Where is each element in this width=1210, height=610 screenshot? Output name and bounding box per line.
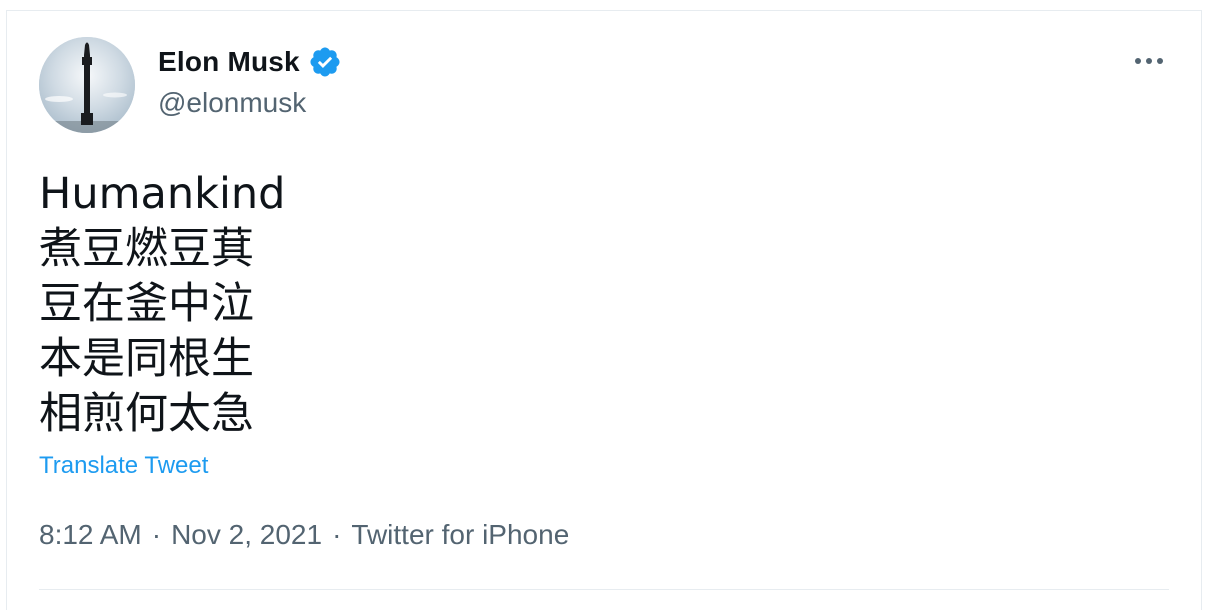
avatar[interactable] xyxy=(39,37,135,133)
tweet-line: 本是同根生 xyxy=(39,334,254,384)
separator-dot: · xyxy=(332,519,342,550)
author-row: Elon Musk xyxy=(158,45,342,79)
author-handle[interactable]: @elonmusk xyxy=(158,87,306,119)
more-dot xyxy=(1146,58,1152,64)
tweet-line: 豆在釜中泣 xyxy=(39,279,254,329)
more-dot xyxy=(1135,58,1141,64)
tweet-metadata: 8:12 AM · Nov 2, 2021 · Twitter for iPho… xyxy=(39,519,569,551)
author-name[interactable]: Elon Musk xyxy=(158,46,300,78)
tweet-line: 相煎何太急 xyxy=(39,389,254,439)
tweet-line: 煮豆燃豆萁 xyxy=(39,224,254,274)
more-options-icon[interactable] xyxy=(1129,49,1169,73)
divider xyxy=(39,589,1169,590)
separator-dot: · xyxy=(151,519,162,550)
tweet-line: Humankind xyxy=(39,169,286,219)
tweet-text: Humankind 煮豆燃豆萁 豆在釜中泣 本是同根生 相煎何太急 xyxy=(39,167,285,442)
tweet-card: Elon Musk @elonmusk Humankind 煮豆燃豆萁 豆在釜中… xyxy=(6,10,1202,610)
translate-tweet-link[interactable]: Translate Tweet xyxy=(39,452,208,480)
tweet-time[interactable]: 8:12 AM xyxy=(39,519,142,551)
verified-badge-icon xyxy=(308,45,342,79)
tweet-source[interactable]: Twitter for iPhone xyxy=(351,519,569,551)
more-dot xyxy=(1157,58,1163,64)
tweet-date[interactable]: Nov 2, 2021 xyxy=(171,519,322,551)
rocket-avatar-icon xyxy=(39,37,135,133)
